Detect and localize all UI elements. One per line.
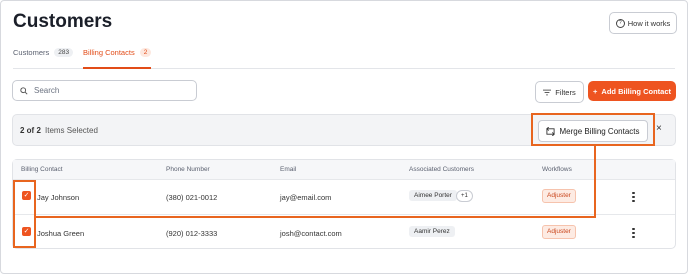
email: josh@contact.com xyxy=(280,229,342,238)
contact-name: Jay Johnson xyxy=(37,193,80,202)
plus-icon: + xyxy=(593,86,598,96)
column-header: Workflows xyxy=(542,166,572,173)
tab-customers[interactable]: Customers 283 xyxy=(13,48,74,68)
row-menu-icon[interactable] xyxy=(632,190,635,204)
more-customers-chip[interactable]: +1 xyxy=(456,190,473,202)
search-placeholder: Search xyxy=(34,86,60,95)
column-header: Email xyxy=(280,166,297,173)
filters-label: Filters xyxy=(555,87,576,97)
tab-count-badge: 2 xyxy=(139,48,152,57)
how-it-works-button[interactable]: ? How it works xyxy=(609,12,677,34)
table-row[interactable]: ✓ Jay Johnson (380) 021-0012 jay@email.c… xyxy=(13,179,675,215)
workflow-badge: Adjuster xyxy=(542,189,576,203)
help-icon: ? xyxy=(615,18,625,28)
customer-chip: Aamir Perez xyxy=(409,226,455,237)
search-icon xyxy=(20,86,28,95)
email: jay@email.com xyxy=(280,193,332,202)
highlight-connector-horizontal xyxy=(36,216,596,218)
selection-count: 2 of 2 xyxy=(20,126,41,135)
search-input[interactable]: Search xyxy=(12,80,197,101)
table-header: Billing Contact Phone Number Email Assoc… xyxy=(13,160,675,180)
tab-label: Billing Contacts xyxy=(83,48,135,57)
tab-billing-contacts[interactable]: Billing Contacts 2 xyxy=(83,48,152,69)
filters-button[interactable]: Filters xyxy=(535,81,584,103)
highlight-connector-vertical xyxy=(594,146,596,218)
filter-icon xyxy=(543,89,552,95)
how-it-works-label: How it works xyxy=(627,18,671,28)
add-billing-contact-button[interactable]: + Add Billing Contact xyxy=(588,81,676,101)
customer-chip: Aimee Porter xyxy=(409,190,457,201)
table-row[interactable]: ✓ Joshua Green (920) 012-3333 josh@conta… xyxy=(13,215,675,250)
tab-count-badge: 283 xyxy=(54,48,74,57)
phone-number: (920) 012-3333 xyxy=(166,229,218,238)
workflow-badge: Adjuster xyxy=(542,225,576,239)
row-menu-icon[interactable] xyxy=(632,226,635,240)
page-title: Customers xyxy=(13,11,113,32)
selection-text: Items Selected xyxy=(45,126,98,135)
tab-label: Customers xyxy=(13,48,50,57)
merge-highlight-box xyxy=(531,113,655,146)
tab-bar: Customers 283 Billing Contacts 2 xyxy=(13,48,675,69)
column-header: Associated Customers xyxy=(409,166,475,173)
close-selection-icon[interactable]: × xyxy=(656,124,662,134)
column-header: Billing Contact xyxy=(21,166,63,173)
billing-contacts-table: Billing Contact Phone Number Email Assoc… xyxy=(12,159,676,249)
checkbox-highlight-box xyxy=(13,180,36,248)
phone-number: (380) 021-0012 xyxy=(166,193,218,202)
column-header: Phone Number xyxy=(166,166,210,173)
contact-name: Joshua Green xyxy=(37,229,85,238)
add-label: Add Billing Contact xyxy=(601,86,671,96)
